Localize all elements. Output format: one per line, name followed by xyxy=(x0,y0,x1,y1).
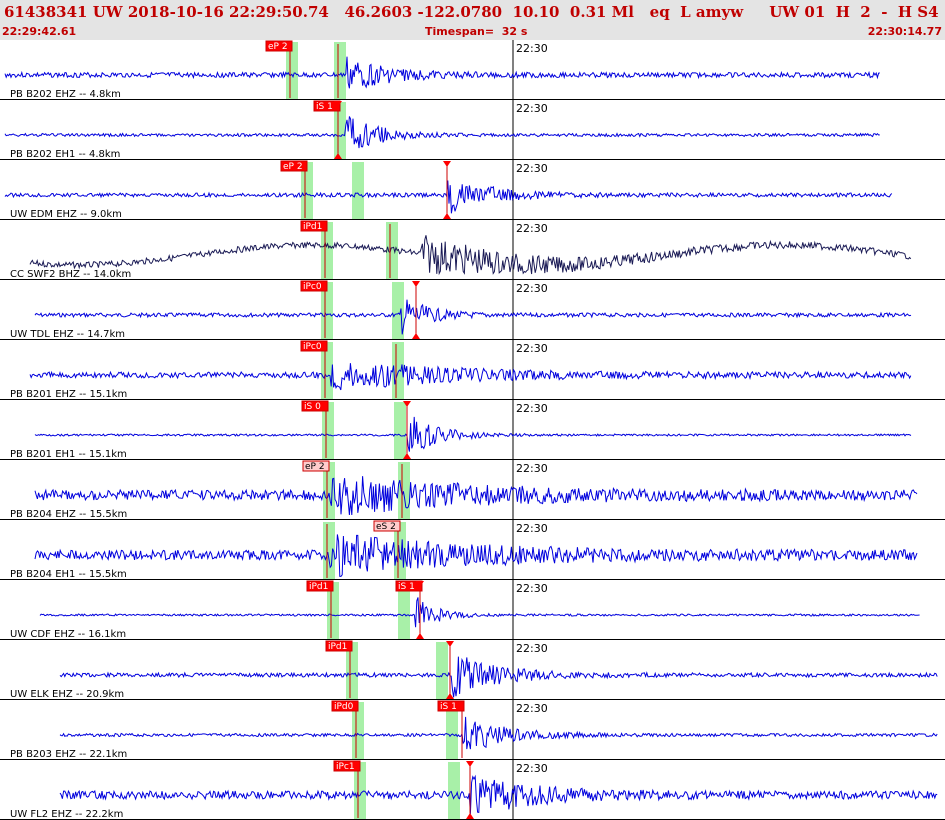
waveform-trace xyxy=(34,299,912,335)
phase-pick[interactable] xyxy=(466,761,474,819)
channel-label: UW TDL EHZ -- 14.7km xyxy=(10,329,125,340)
minute-tick-label: 22:30 xyxy=(516,582,548,595)
start-time-label: 22:29:42.61 xyxy=(2,25,77,38)
pick-label: eS 2 xyxy=(376,522,396,532)
trace-panel[interactable]: 22:30 iPd1 iS 1 UW CDF EHZ -- 16.1km xyxy=(0,580,945,640)
trace-panel[interactable]: 22:30 iPd1 UW ELK EHZ -- 20.9km xyxy=(0,640,945,700)
pick-marker-top-icon xyxy=(412,281,420,287)
pick-window xyxy=(352,162,364,220)
pick-marker-top-icon xyxy=(466,761,474,767)
timespan-label: Timespan= 32 s xyxy=(425,25,528,38)
trace-panel[interactable]: 22:30 iPd0 iS 1 PB B203 EHZ -- 22.1km xyxy=(0,700,945,760)
waveform-trace xyxy=(29,363,912,391)
pick-label: eP 2 xyxy=(283,162,303,172)
pick-label: iPc0 xyxy=(303,282,322,292)
pick-label: iPc1 xyxy=(336,762,355,772)
pick-label: iPd1 xyxy=(303,222,322,232)
trace-panel[interactable]: 22:30 iS 1 PB B202 EH1 -- 4.8km xyxy=(0,100,945,160)
pick-window xyxy=(394,402,406,460)
minute-tick-label: 22:30 xyxy=(516,162,548,175)
minute-tick-label: 22:30 xyxy=(516,402,548,415)
trace-panel[interactable]: 22:30 eP 2 PB B204 EHZ -- 15.5km xyxy=(0,460,945,520)
pick-window xyxy=(436,642,448,700)
phase-pick[interactable]: iS 1 xyxy=(313,100,342,159)
minute-tick-label: 22:30 xyxy=(516,462,548,475)
seismogram-panel[interactable]: 22:30 eP 2 PB B202 EHZ -- 4.8km 22:30 iS 1 PB… xyxy=(0,40,945,820)
trace-panel[interactable]: 22:30 iPc0 UW TDL EHZ -- 14.7km xyxy=(0,280,945,340)
pick-window xyxy=(386,222,398,280)
pick-marker-top-icon xyxy=(443,161,451,167)
pick-label: eP 2 xyxy=(305,462,325,472)
waveform-trace xyxy=(4,116,880,149)
pick-window xyxy=(448,762,460,820)
waveform-trace xyxy=(59,656,938,698)
trace-panel[interactable]: 22:30 eP 2 PB B202 EHZ -- 4.8km xyxy=(0,40,945,100)
waveform-trace xyxy=(4,56,880,89)
minute-tick-label: 22:30 xyxy=(516,102,548,115)
channel-label: CC SWF2 BHZ -- 14.0km xyxy=(10,269,131,280)
pick-window xyxy=(334,42,346,100)
minute-tick-label: 22:30 xyxy=(516,42,548,55)
waveform-trace xyxy=(34,534,918,577)
channel-label: PB B202 EH1 -- 4.8km xyxy=(10,149,120,160)
channel-label: PB B204 EHZ -- 15.5km xyxy=(10,509,127,520)
pick-marker-bottom-icon xyxy=(412,333,420,339)
waveform-trace xyxy=(29,235,912,276)
end-time-label: 22:30:14.77 xyxy=(867,25,942,38)
pick-label: iS 0 xyxy=(304,402,321,412)
minute-tick-label: 22:30 xyxy=(516,642,548,655)
minute-tick-label: 22:30 xyxy=(516,522,548,535)
waveform-trace xyxy=(34,416,912,452)
minute-tick-label: 22:30 xyxy=(516,762,548,775)
channel-label: UW FL2 EHZ -- 22.2km xyxy=(10,809,123,820)
pick-label: iS 1 xyxy=(398,582,415,592)
event-header: 61438341 UW 2018-10-16 22:29:50.74 46.26… xyxy=(0,0,945,40)
waveform-trace xyxy=(59,774,938,815)
channel-label: PB B203 EHZ -- 22.1km xyxy=(10,749,127,760)
channel-label: UW ELK EHZ -- 20.9km xyxy=(10,689,124,700)
channel-label: PB B201 EHZ -- 15.1km xyxy=(10,389,127,400)
pick-label: iPd0 xyxy=(334,702,354,712)
trace-panel[interactable]: 22:30 iPc1 UW FL2 EHZ -- 22.2km xyxy=(0,760,945,820)
waveform-trace xyxy=(59,716,938,750)
pick-label: iS 1 xyxy=(316,102,333,112)
minute-tick-label: 22:30 xyxy=(516,342,548,355)
pick-label: iPc0 xyxy=(303,342,322,352)
waveform-trace xyxy=(39,597,920,628)
waveform-trace xyxy=(4,180,893,214)
trace-panel[interactable]: 22:30 iPd1 CC SWF2 BHZ -- 14.0km xyxy=(0,220,945,280)
trace-panel[interactable]: 22:30 iS 0 PB B201 EH1 -- 15.1km xyxy=(0,400,945,460)
trace-panel[interactable]: 22:30 iPc0 PB B201 EHZ -- 15.1km xyxy=(0,340,945,400)
waveform-trace xyxy=(34,476,918,516)
minute-tick-label: 22:30 xyxy=(516,222,548,235)
channel-label: PB B204 EH1 -- 15.5km xyxy=(10,569,127,580)
minute-tick-label: 22:30 xyxy=(516,702,548,715)
pick-label: eP 2 xyxy=(268,42,288,52)
channel-label: UW EDM EHZ -- 9.0km xyxy=(10,209,122,220)
pick-label: iPd1 xyxy=(309,582,328,592)
pick-label: iPd1 xyxy=(328,642,347,652)
minute-tick-label: 22:30 xyxy=(516,282,548,295)
pick-marker-bottom-icon xyxy=(466,813,474,819)
pick-marker-bottom-icon xyxy=(443,213,451,219)
trace-panel[interactable]: 22:30 eS 2 PB B204 EH1 -- 15.5km xyxy=(0,520,945,580)
channel-label: UW CDF EHZ -- 16.1km xyxy=(10,629,126,640)
pick-marker-bottom-icon xyxy=(416,633,424,639)
event-title: 61438341 UW 2018-10-16 22:29:50.74 46.26… xyxy=(4,3,945,21)
pick-label: iS 1 xyxy=(440,702,457,712)
channel-label: PB B201 EH1 -- 15.1km xyxy=(10,449,127,460)
trace-panel[interactable]: 22:30 eP 2 UW EDM EHZ -- 9.0km xyxy=(0,160,945,220)
channel-label: PB B202 EHZ -- 4.8km xyxy=(10,89,121,100)
pick-window xyxy=(398,462,410,520)
